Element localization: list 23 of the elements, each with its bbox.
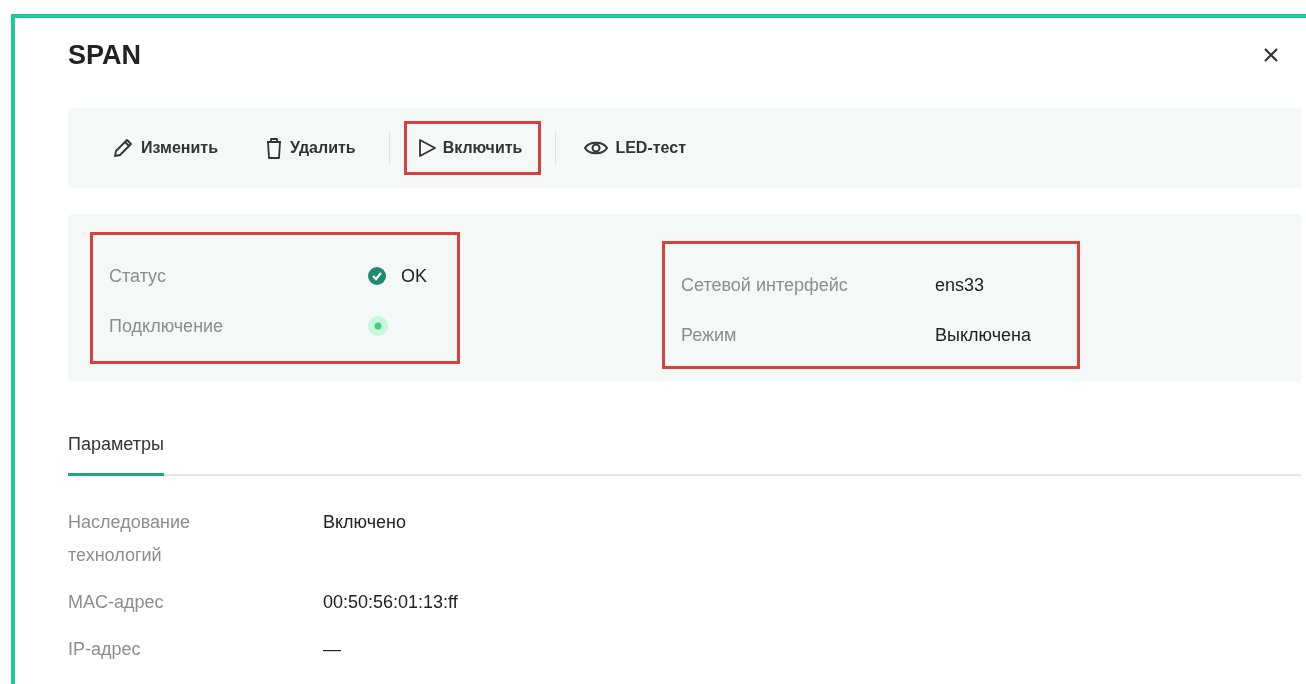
play-icon: [416, 137, 437, 159]
parameter-value: Включено: [323, 511, 408, 534]
toolbar-button[interactable]: Изменить: [98, 121, 237, 175]
toolbar-button[interactable]: Включить: [403, 121, 542, 175]
info-label: Режим: [681, 324, 738, 346]
status-dot-icon: [367, 315, 389, 337]
toolbar-button[interactable]: Удалить: [250, 121, 375, 175]
info-value: Выключена: [935, 324, 1031, 346]
info-label: Сетевой интерфейс: [681, 274, 849, 296]
info-label: Подключение: [109, 315, 225, 337]
parameter-value: 00:50:56:01:13:ff: [323, 591, 459, 614]
parameter-value: —: [323, 638, 342, 661]
dialog-title: SPAN: [68, 39, 141, 71]
parameter-label: IP-адрес: [68, 638, 142, 661]
info-value: ens33: [935, 274, 985, 296]
status-value: OK: [401, 265, 427, 287]
pencil-icon: [111, 136, 135, 160]
tab[interactable]: Параметры: [68, 428, 164, 476]
check-circle-icon: [367, 266, 387, 286]
info-label: Статус: [109, 265, 167, 287]
parameter-label: Наследование технологий: [68, 511, 192, 567]
parameter-label: MAC-адрес: [68, 591, 165, 614]
toolbar-button[interactable]: LED-тест: [570, 121, 705, 175]
